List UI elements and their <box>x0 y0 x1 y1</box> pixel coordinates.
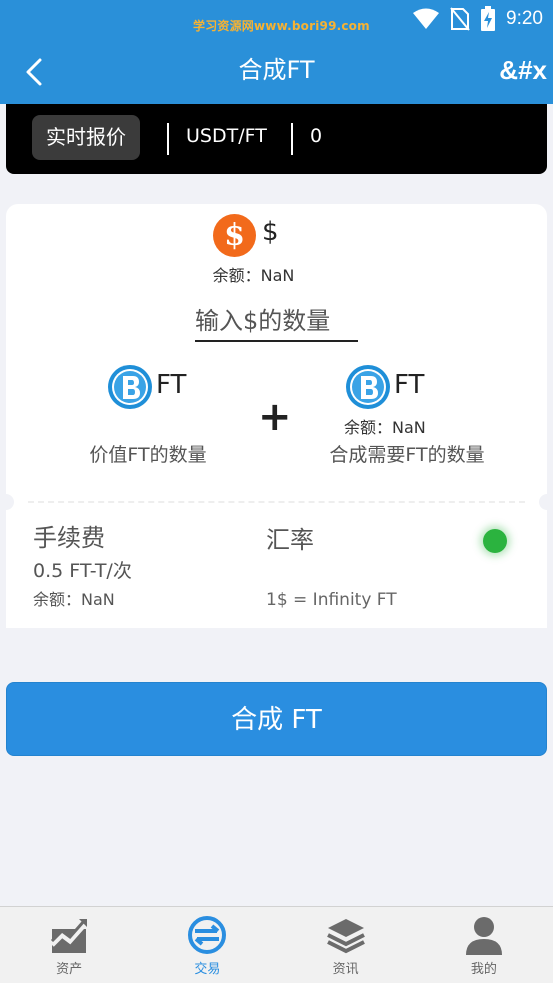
card-notch-left <box>0 494 14 510</box>
top-balance: 余额：NaN <box>212 266 295 285</box>
nav-label: 交易 <box>194 962 221 977</box>
layers-icon <box>326 919 365 954</box>
right-coin-symbol: FT <box>394 370 425 400</box>
fee-balance: 余额：NaN <box>33 590 115 609</box>
app-bar: 学习资源网www.bori99.com 9:20 合成FT &#x <box>0 0 553 104</box>
synthesize-button[interactable]: 合成 FT <box>6 682 547 756</box>
right-balance: 余额：NaN <box>344 418 426 437</box>
nav-item-trade[interactable]: 交易 <box>138 907 276 983</box>
nav-item-assets[interactable]: 资产 <box>0 907 138 983</box>
ft-coin-icon <box>108 365 152 409</box>
synthesis-card: $ $ 余额：NaN FT 价值FT的数量 + FT 余额：NaN 合成需要FT… <box>0 204 553 628</box>
no-sim-icon <box>450 7 470 31</box>
ticker-price: 0 <box>310 125 323 147</box>
nav-label: 资产 <box>56 962 83 977</box>
right-caption: 合成需要FT的数量 <box>329 444 485 466</box>
card-notch-right <box>539 494 553 510</box>
status-indicator <box>483 529 507 553</box>
amount-input[interactable] <box>195 302 358 340</box>
ft-coin-icon <box>346 365 390 409</box>
price-ticker: 实时报价 USDT/FT 0 <box>6 104 547 174</box>
plus-sign: + <box>258 394 292 440</box>
rate-label: 汇率 <box>266 526 314 554</box>
exchange-icon <box>188 916 227 954</box>
fee-value: 0.5 FT-T/次 <box>33 560 132 582</box>
dashed-divider <box>28 501 525 503</box>
left-caption: 价值FT的数量 <box>89 444 207 466</box>
amount-input-wrapper <box>195 302 358 342</box>
chart-trend-icon <box>50 919 88 953</box>
fee-label: 手续费 <box>33 524 105 552</box>
status-watermark: 学习资源网www.bori99.com <box>193 19 370 33</box>
realtime-quote-tag: 实时报价 <box>32 115 140 160</box>
more-button[interactable]: &#x <box>499 52 547 88</box>
dollar-coin-icon: $ <box>213 214 256 257</box>
status-time: 9:20 <box>506 8 543 29</box>
status-icons: 9:20 <box>412 6 543 32</box>
user-icon <box>465 917 502 955</box>
rate-value: 1$ = Infinity FT <box>266 590 397 610</box>
wifi-icon <box>413 8 440 29</box>
nav-label: 资讯 <box>332 962 359 977</box>
bottom-nav: 资产 交易 资讯 我的 <box>0 906 553 983</box>
ticker-pair: USDT/FT <box>186 125 267 147</box>
page-title: 合成FT <box>238 56 315 84</box>
ticker-divider <box>167 123 169 155</box>
ticker-divider <box>291 123 293 155</box>
battery-charging-icon <box>481 6 496 31</box>
nav-item-news[interactable]: 资讯 <box>277 907 415 983</box>
top-coin-symbol: $ <box>262 217 279 247</box>
nav-label: 我的 <box>470 962 497 977</box>
nav-item-profile[interactable]: 我的 <box>415 907 553 983</box>
left-coin-symbol: FT <box>156 370 187 400</box>
